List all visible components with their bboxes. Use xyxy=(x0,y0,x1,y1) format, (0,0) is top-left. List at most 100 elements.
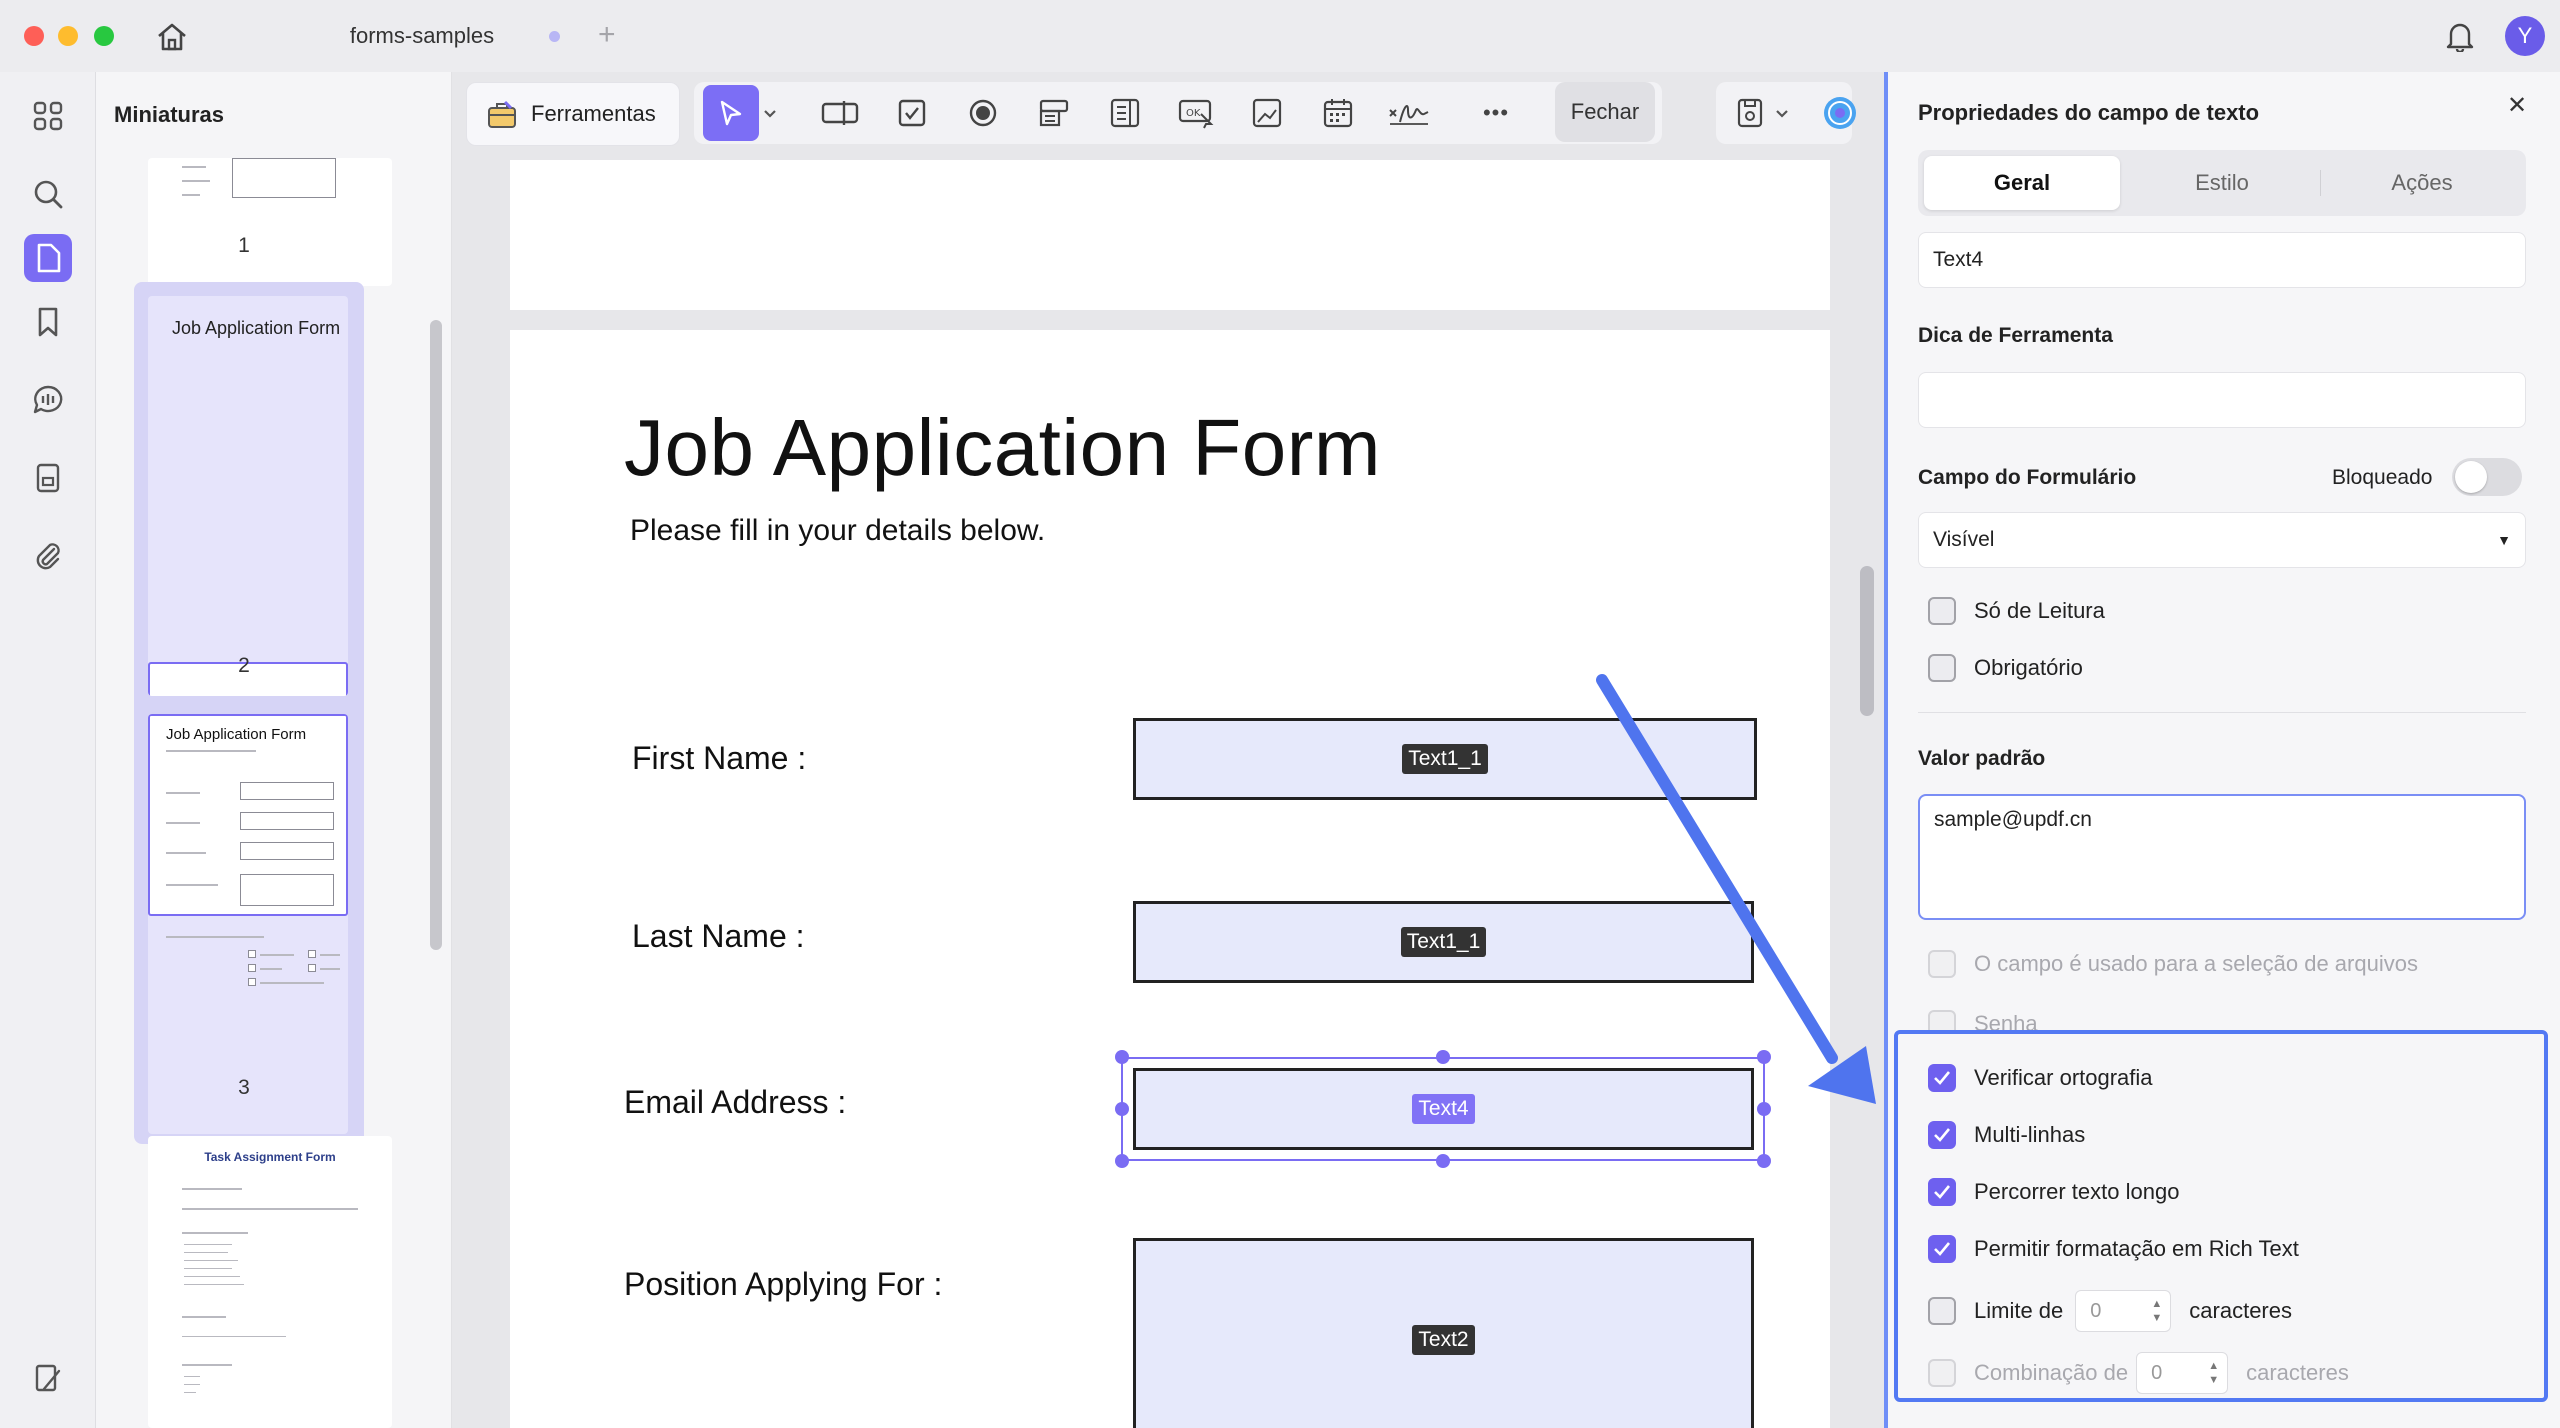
read-only-option[interactable]: Só de Leitura xyxy=(1928,595,2105,627)
checkbox-tool-icon[interactable] xyxy=(888,88,936,138)
comb-prefix: Combinação de xyxy=(1974,1360,2129,1385)
pages-icon[interactable] xyxy=(24,234,72,282)
close-window-button[interactable] xyxy=(24,26,44,46)
char-limit-stepper[interactable]: 0 ▲ ▼ xyxy=(2075,1290,2172,1332)
close-icon[interactable]: ✕ xyxy=(2502,90,2532,120)
save-icon[interactable] xyxy=(1726,88,1774,138)
thumbnail-number: 2 xyxy=(238,654,250,677)
ai-assistant-icon[interactable] xyxy=(1816,88,1864,138)
resize-handle[interactable] xyxy=(1115,1050,1129,1064)
document-tab[interactable]: forms-samples xyxy=(262,16,582,56)
scroll-long-text-option[interactable]: Percorrer texto longo xyxy=(1928,1176,2179,1208)
first-name-label: First Name : xyxy=(632,740,807,776)
user-avatar[interactable]: Y xyxy=(2505,16,2545,56)
tab-general[interactable]: Geral xyxy=(1924,156,2120,210)
page-title: Job Application Form xyxy=(624,403,1382,492)
comment-icon[interactable] xyxy=(24,376,72,424)
visibility-select[interactable]: Visível ▼ xyxy=(1918,512,2526,568)
more-options-icon[interactable]: ••• xyxy=(1472,88,1520,138)
rich-text-checkbox[interactable] xyxy=(1928,1235,1956,1263)
password-option-clip: Senha xyxy=(1894,1000,2548,1030)
tooltip-label: Dica de Ferramenta xyxy=(1918,324,2113,347)
stepper-arrows-icon[interactable]: ▲ ▼ xyxy=(2151,1297,2162,1325)
properties-tabs: Geral Estilo Ações xyxy=(1918,150,2526,216)
bookmark-icon[interactable] xyxy=(24,298,72,346)
resize-handle[interactable] xyxy=(1757,1154,1771,1168)
rich-text-option[interactable]: Permitir formatação em Rich Text xyxy=(1928,1233,2299,1265)
zoom-window-button[interactable] xyxy=(94,26,114,46)
spellcheck-option[interactable]: Verificar ortografia xyxy=(1928,1062,2153,1094)
scroll-long-text-checkbox[interactable] xyxy=(1928,1178,1956,1206)
required-label: Obrigatório xyxy=(1974,655,2083,680)
signature-tool-icon[interactable] xyxy=(1385,88,1433,138)
spellcheck-checkbox[interactable] xyxy=(1928,1064,1956,1092)
password-option: Senha xyxy=(1928,1008,2038,1030)
position-applying-for-label: Position Applying For : xyxy=(624,1266,943,1302)
required-checkbox[interactable] xyxy=(1928,654,1956,682)
chevron-down-icon[interactable] xyxy=(1770,88,1794,138)
svg-text:OK: OK xyxy=(1186,108,1201,119)
thumbnail-number: 3 xyxy=(238,1076,250,1099)
minimize-window-button[interactable] xyxy=(58,26,78,46)
home-icon[interactable] xyxy=(150,18,194,56)
thumbnail-page-1[interactable] xyxy=(148,158,392,286)
stamp-icon[interactable] xyxy=(24,454,72,502)
sidebar-toggle-icon[interactable] xyxy=(24,1354,72,1402)
resize-handle[interactable] xyxy=(1115,1102,1129,1116)
tab-style[interactable]: Estilo xyxy=(2124,156,2320,210)
spellcheck-label: Verificar ortografia xyxy=(1974,1065,2153,1090)
button-tool-icon[interactable]: OK xyxy=(1172,88,1220,138)
last-name-label: Last Name : xyxy=(632,918,805,954)
thumbnails-panel: Miniaturas 1 Job Application Form 2 Job … xyxy=(96,72,452,1428)
multiline-checkbox[interactable] xyxy=(1928,1121,1956,1149)
password-checkbox xyxy=(1928,1010,1956,1030)
search-icon[interactable] xyxy=(24,170,72,218)
read-only-checkbox[interactable] xyxy=(1928,597,1956,625)
thumbnail-page-2[interactable]: Job Application Form xyxy=(148,296,348,696)
resize-handle[interactable] xyxy=(1436,1154,1450,1168)
text-field-icon[interactable] xyxy=(816,88,864,138)
tools-button[interactable]: Ferramentas xyxy=(466,82,680,146)
title-bar: forms-samples + Y xyxy=(0,0,2560,72)
tooltip-input[interactable] xyxy=(1918,372,2526,428)
multiline-option[interactable]: Multi-linhas xyxy=(1928,1119,2085,1151)
thumbnail-page-4[interactable]: Task Assignment Form xyxy=(148,1136,392,1428)
select-cursor-icon[interactable] xyxy=(703,85,759,141)
default-value-textarea[interactable]: sample@updf.cn xyxy=(1918,794,2526,920)
thumbnails-scrollbar[interactable] xyxy=(430,320,442,950)
resize-handle[interactable] xyxy=(1436,1050,1450,1064)
tab-actions[interactable]: Ações xyxy=(2324,156,2520,210)
position-applying-for-field[interactable]: Text2 xyxy=(1133,1238,1754,1428)
bell-icon[interactable] xyxy=(2440,16,2480,56)
required-option[interactable]: Obrigatório xyxy=(1928,652,2083,684)
image-field-tool-icon[interactable] xyxy=(1243,88,1291,138)
default-value-label: Valor padrão xyxy=(1918,747,2046,770)
char-limit-value: 0 xyxy=(2090,1299,2102,1322)
attachment-icon[interactable] xyxy=(24,532,72,580)
apps-grid-icon[interactable] xyxy=(24,92,72,140)
chevron-down-icon[interactable] xyxy=(758,88,782,138)
list-box-tool-icon[interactable] xyxy=(1101,88,1149,138)
form-field-label: Campo do Formulário xyxy=(1918,466,2137,489)
thumbnail-title: Task Assignment Form xyxy=(204,1150,336,1164)
divider xyxy=(1918,712,2526,713)
resize-handle[interactable] xyxy=(1115,1154,1129,1168)
date-field-tool-icon[interactable] xyxy=(1314,88,1362,138)
radio-button-tool-icon[interactable] xyxy=(959,88,1007,138)
char-limit-option[interactable]: Limite de 0 ▲ ▼ caracteres xyxy=(1928,1290,2292,1332)
close-form-edit-button[interactable]: Fechar xyxy=(1555,82,1655,142)
comb-suffix: caracteres xyxy=(2246,1360,2349,1385)
field-tag: Text4 xyxy=(1412,1094,1475,1124)
file-select-option: O campo é usado para a seleção de arquiv… xyxy=(1928,948,2418,980)
new-tab-button[interactable]: + xyxy=(598,18,616,52)
char-limit-checkbox[interactable] xyxy=(1928,1297,1956,1325)
locked-toggle[interactable] xyxy=(2452,458,2522,496)
comb-stepper: 0 ▲ ▼ xyxy=(2136,1352,2229,1394)
thumbnail-page-3[interactable]: Job Application Form xyxy=(148,714,348,1134)
dropdown-tool-icon[interactable] xyxy=(1030,88,1078,138)
rich-text-label: Permitir formatação em Rich Text xyxy=(1974,1236,2299,1261)
stepper-arrows-icon: ▲ ▼ xyxy=(2208,1360,2220,1386)
panel-title: Propriedades do campo de texto xyxy=(1918,100,2260,125)
thumbnail-title: Job Application Form xyxy=(166,726,307,743)
field-name-input[interactable]: Text4 xyxy=(1918,232,2526,288)
